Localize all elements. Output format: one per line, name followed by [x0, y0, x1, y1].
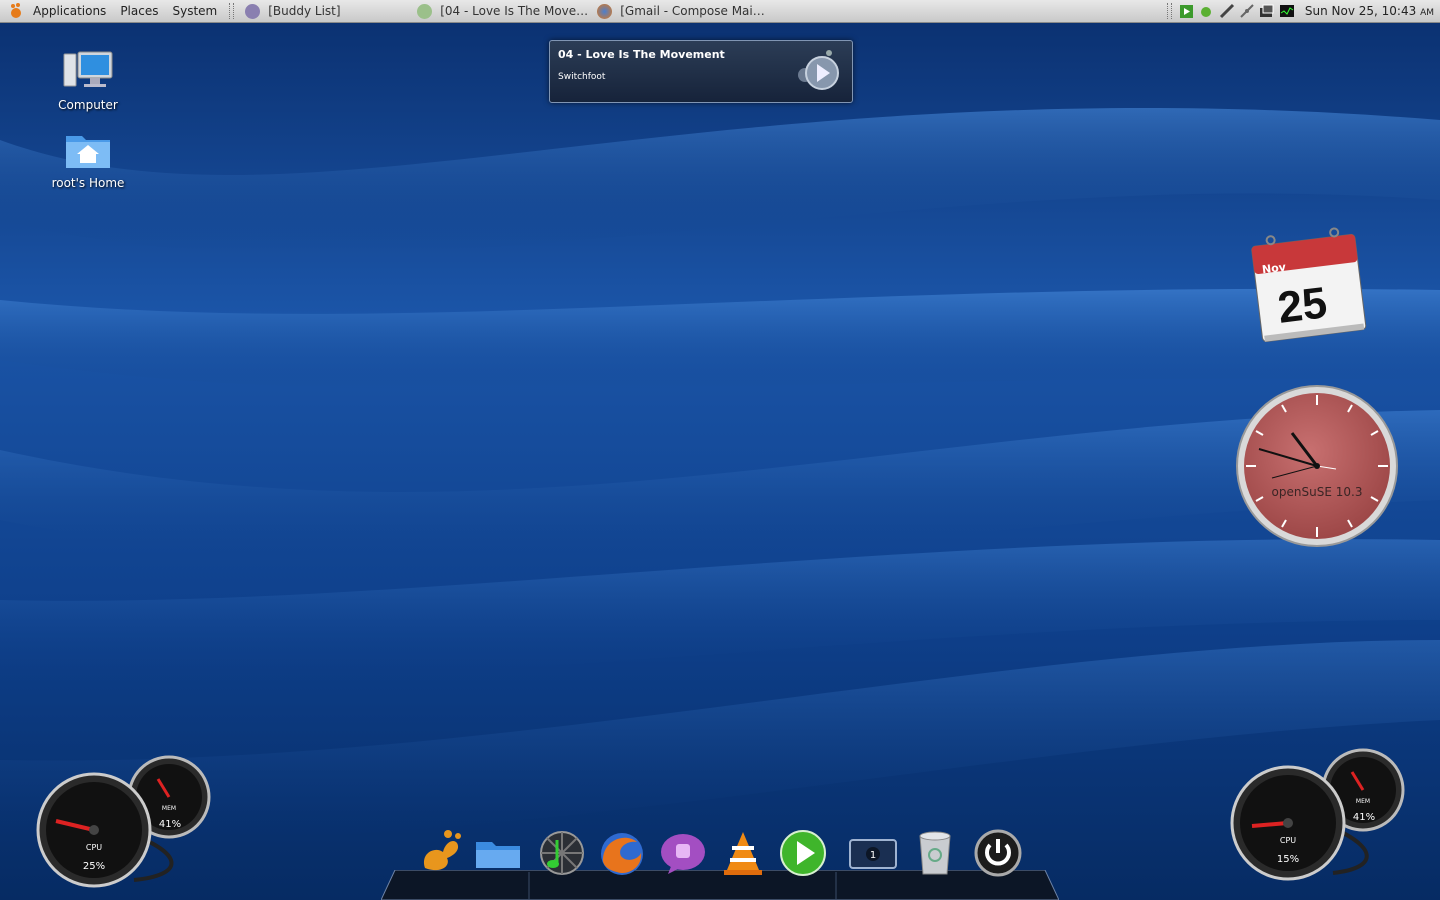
- gimp-icon[interactable]: [415, 828, 465, 878]
- pidgin-icon: [245, 3, 261, 19]
- media-play-icon[interactable]: [778, 828, 828, 878]
- svg-text:1: 1: [870, 850, 876, 861]
- opensuse-foot-icon[interactable]: [9, 3, 23, 19]
- workspace-switcher-icon[interactable]: 1: [848, 828, 898, 878]
- mem-percent: 41%: [1352, 812, 1376, 823]
- trash-icon[interactable]: [910, 828, 960, 878]
- computer-icon: [63, 51, 113, 87]
- top-panel: Applications Places System [Buddy List] …: [0, 0, 1440, 23]
- system-tray: Sun Nov 25, 10:43 AM: [1162, 0, 1440, 22]
- desktop-wallpaper: [0, 0, 1440, 900]
- connection-tray-icon[interactable]: [1239, 3, 1255, 19]
- taskbar-item-gmail[interactable]: [Gmail - Compose Mai…: [591, 0, 773, 22]
- taskbar-item-buddy-list[interactable]: [Buddy List]: [239, 0, 411, 22]
- task-label: [04 - Love Is The Move…: [440, 4, 589, 18]
- menu-system[interactable]: System: [165, 0, 224, 22]
- now-playing-title: 04 - Love Is The Movement: [558, 48, 725, 61]
- vlc-icon[interactable]: [718, 828, 768, 878]
- desktop-icon-home[interactable]: root's Home: [38, 128, 138, 190]
- analog-clock-widget[interactable]: [1234, 383, 1400, 549]
- power-icon[interactable]: [973, 828, 1023, 878]
- cpu-percent: 25%: [82, 861, 106, 872]
- calendar-day: 25: [1275, 278, 1330, 333]
- music-player-icon: [417, 3, 433, 19]
- pidgin-icon[interactable]: [658, 828, 708, 878]
- files-icon[interactable]: [473, 828, 523, 878]
- mem-percent: 41%: [158, 819, 182, 830]
- update-tray-icon[interactable]: [1199, 3, 1215, 19]
- desktop-icon-label: Computer: [58, 98, 118, 112]
- menu-places[interactable]: Places: [113, 0, 165, 22]
- desktop-icon-label: root's Home: [51, 176, 125, 190]
- now-playing-artist: Switchfoot: [558, 72, 606, 82]
- network-tray-icon[interactable]: [1219, 3, 1235, 19]
- clock-brand-label: openSuSE 10.3: [1271, 485, 1363, 499]
- home-folder-icon: [66, 136, 110, 168]
- firefox-icon: [597, 3, 613, 19]
- svg-text:CPU: CPU: [86, 843, 102, 852]
- play-button-icon[interactable]: [797, 49, 843, 95]
- panel-separator[interactable]: [229, 3, 235, 19]
- svg-text:MEM: MEM: [1356, 798, 1370, 805]
- media-play-tray-icon[interactable]: [1179, 3, 1195, 19]
- menu-applications[interactable]: Applications: [26, 0, 113, 22]
- now-playing-popup[interactable]: 04 - Love Is The Movement Switchfoot: [549, 40, 853, 103]
- music-player-icon[interactable]: [537, 828, 587, 878]
- system-monitor-tray-icon[interactable]: [1279, 3, 1295, 19]
- task-label: [Gmail - Compose Mai…: [620, 4, 765, 18]
- firefox-icon[interactable]: [597, 828, 647, 878]
- desktop-icon-computer[interactable]: Computer: [38, 50, 138, 112]
- svg-text:CPU: CPU: [1280, 836, 1296, 845]
- cpu-percent: 15%: [1276, 854, 1300, 865]
- panel-clock[interactable]: Sun Nov 25, 10:43 AM: [1305, 4, 1434, 18]
- display-tray-icon[interactable]: [1259, 3, 1275, 19]
- taskbar-item-music[interactable]: [04 - Love Is The Move…: [411, 0, 591, 22]
- task-label: [Buddy List]: [268, 4, 341, 18]
- svg-text:MEM: MEM: [162, 805, 176, 812]
- tray-separator: [1166, 3, 1172, 19]
